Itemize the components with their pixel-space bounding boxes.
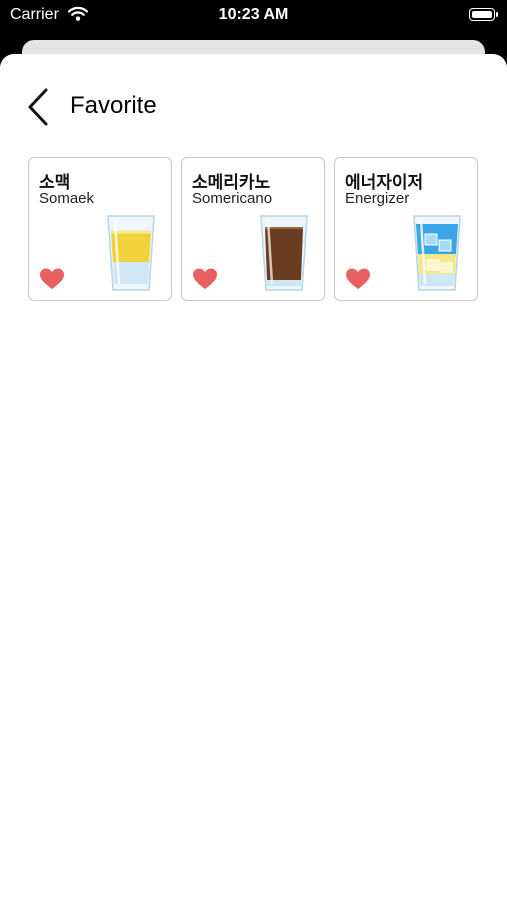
favorite-card-somericano[interactable]: 소메리카노 Somericano [181,157,325,301]
back-button[interactable] [24,86,54,128]
heart-icon[interactable] [40,268,64,290]
ice-drink-glass-icon [411,210,463,294]
favorite-card-energizer[interactable]: 에너자이저 Energizer [334,157,478,301]
battery-icon [469,8,498,21]
clock-time: 10:23 AM [218,6,289,23]
drink-name-english: Energizer [345,190,410,207]
favorite-card-somaek[interactable]: 소맥 Somaek [28,157,172,301]
heart-icon[interactable] [346,268,370,290]
beer-glass-icon [105,210,157,294]
drink-name-english: Somaek [39,190,95,207]
drink-name-english: Somericano [192,190,273,207]
coffee-glass-icon [258,210,310,294]
page-title: Favorite [70,92,157,119]
heart-icon[interactable] [193,268,217,290]
status-bar: Carrier 10:23 AM [0,0,507,34]
chevron-left-icon [28,88,48,126]
